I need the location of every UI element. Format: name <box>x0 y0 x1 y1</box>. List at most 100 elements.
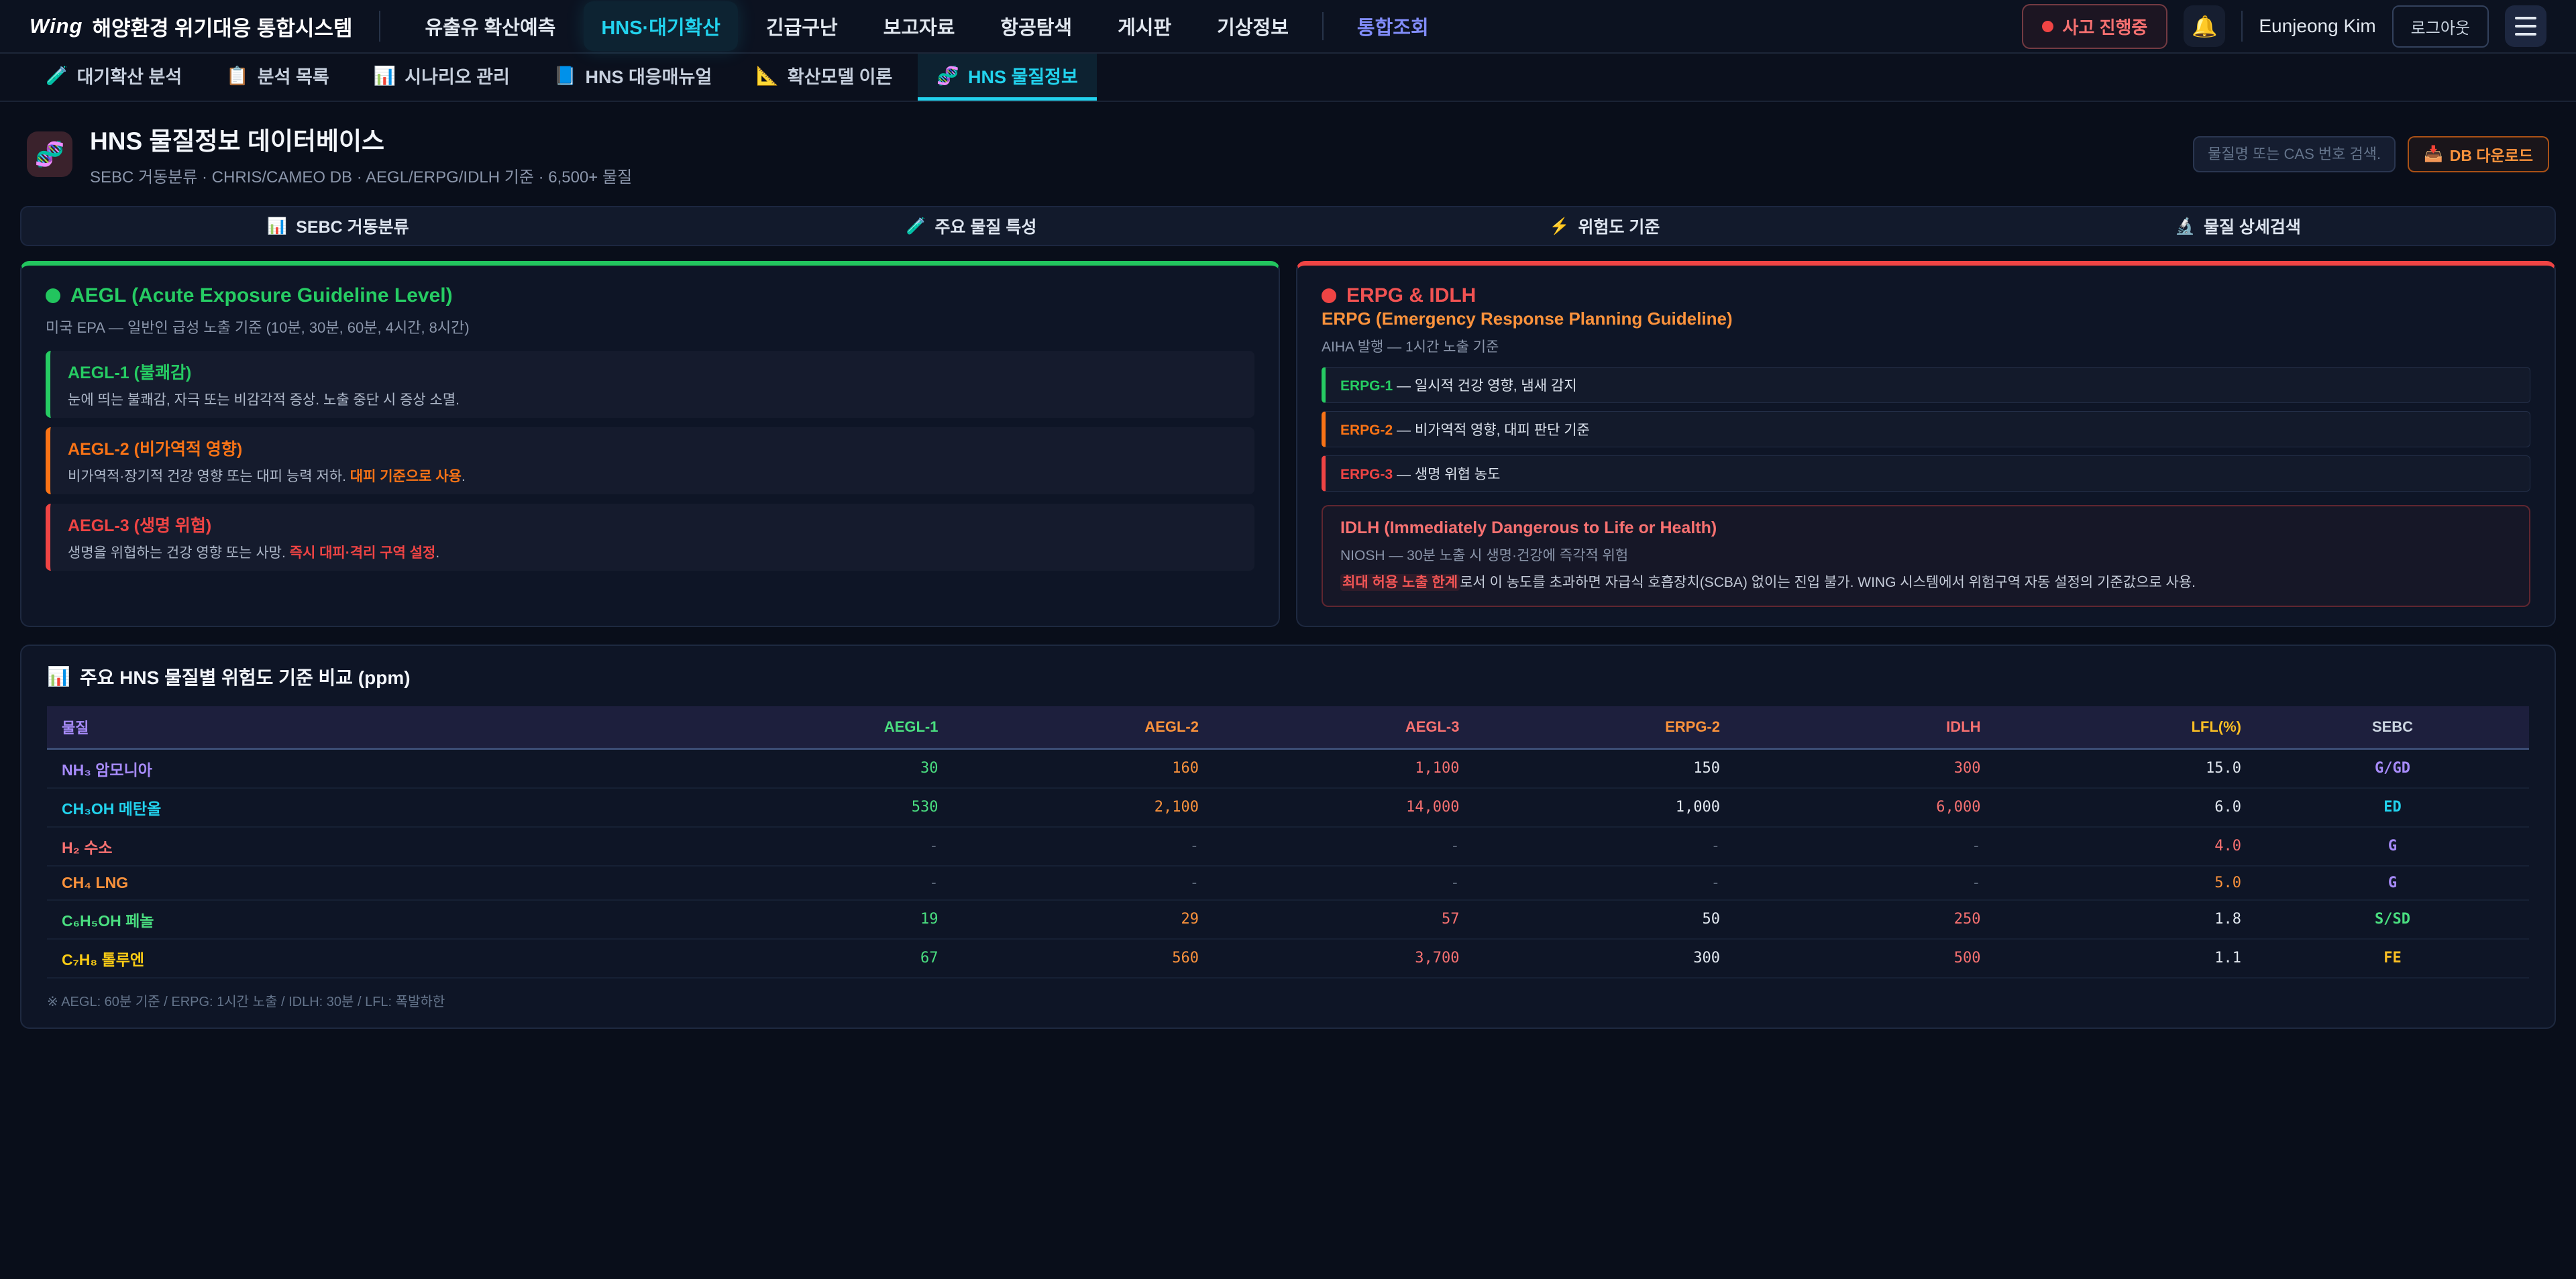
nav-item-보고자료[interactable]: 보고자료 <box>866 1 973 51</box>
nav-item-유출유 확산예측[interactable]: 유출유 확산예측 <box>407 1 573 51</box>
subtab-시나리오 관리[interactable]: 📊시나리오 관리 <box>355 54 529 101</box>
page-header: 🧬 HNS 물질정보 데이터베이스 SEBC 거동분류 · CHRIS/CAME… <box>0 102 2576 201</box>
erpg-panel-title: ERPG & IDLH <box>1322 284 2530 307</box>
value-cell-erpg2: 50 <box>1474 900 1735 939</box>
substance-search-input[interactable] <box>2193 136 2396 172</box>
subtab-분석 목록[interactable]: 📋 분석 목록 <box>207 54 348 101</box>
column-header-AEGL-1: AEGL-1 <box>692 706 953 749</box>
hamburger-menu-button[interactable] <box>2505 5 2546 47</box>
value-cell-idlh: - <box>1735 827 1996 866</box>
table-body: NH₃ 암모니아301601,10015030015.0G/GDCH₃OH 메탄… <box>47 748 2529 978</box>
value-cell-idlh: 300 <box>1735 748 1996 788</box>
value-cell-aegl3: 14,000 <box>1214 788 1474 827</box>
erpg-item-label: ERPG-1 <box>1340 378 1393 394</box>
subtab-label: 대기확산 분석 <box>77 62 182 89</box>
column-header-물질: 물질 <box>47 706 692 749</box>
logout-button[interactable]: 로그아웃 <box>2392 5 2489 48</box>
column-header-ERPG-2: ERPG-2 <box>1474 706 1735 749</box>
nav-item-기상정보[interactable]: 기상정보 <box>1199 1 1306 51</box>
module-subtabs: 🧪 대기확산 분석 📋 분석 목록 📊시나리오 관리📘HNS 대응매뉴얼📐확산모델 이론… <box>0 54 2576 102</box>
subtab-HNS 물질정보[interactable]: 🧬HNS 물질정보 <box>918 54 1097 101</box>
bar-chart-icon: 📊 <box>374 65 396 87</box>
page-header-actions: 📥 DB 다운로드 <box>2193 136 2549 172</box>
subtab-HNS 대응매뉴얼[interactable]: 📘HNS 대응매뉴얼 <box>535 54 731 101</box>
app-brand-title: 해양환경 위기대응 통합시스템 <box>92 11 352 42</box>
notifications-button[interactable]: 🔔 <box>2184 5 2225 47</box>
subtab-확산모델 이론[interactable]: 📐확산모델 이론 <box>737 54 911 101</box>
value-cell-aegl1: - <box>692 827 953 866</box>
substance-cell: C₆H₅OH 페놀 <box>47 900 692 939</box>
bar-chart-icon: 📊 <box>47 665 70 687</box>
aegl-item-description: 생명을 위협하는 건강 영향 또는 사망. 즉시 대피·격리 구역 설정. <box>68 542 1237 562</box>
divider <box>1322 12 1324 40</box>
db-download-button[interactable]: 📥 DB 다운로드 <box>2408 136 2549 172</box>
value-cell-lfl: 6.0 <box>1996 788 2257 827</box>
nav-item-게시판[interactable]: 게시판 <box>1100 1 1189 51</box>
hns-risk-table: 물질AEGL-1AEGL-2AEGL-3ERPG-2IDLHLFL(%)SEBC… <box>47 706 2529 979</box>
value-cell-aegl2: 160 <box>953 748 1214 788</box>
hns-comparison-card: 📊 주요 HNS 물질별 위험도 기준 비교 (ppm) 물질AEGL-1AEG… <box>20 645 2556 1029</box>
app-logo: Wing 해양환경 위기대응 통합시스템 <box>30 11 352 42</box>
sebc-cell: G/GD <box>2256 748 2529 788</box>
value-cell-aegl3: - <box>1214 866 1474 900</box>
value-cell-idlh: 500 <box>1735 939 1996 978</box>
value-cell-aegl2: 2,100 <box>953 788 1214 827</box>
sebc-cell: FE <box>2256 939 2529 978</box>
nav-item-통합조회[interactable]: 통합조회 <box>1340 1 1446 51</box>
divider <box>379 11 380 42</box>
download-icon: 📥 <box>2424 145 2443 163</box>
value-cell-aegl2: - <box>953 827 1214 866</box>
value-cell-idlh: 250 <box>1735 900 1996 939</box>
table-footnote: ※ AEGL: 60분 기준 / ERPG: 1시간 노출 / IDLH: 30… <box>47 991 2529 1010</box>
value-cell-aegl1: 67 <box>692 939 953 978</box>
section-tab-SEBC 거동분류[interactable]: 📊SEBC 거동분류 <box>21 207 655 245</box>
lightning-icon: ⚡ <box>1550 217 1570 236</box>
value-cell-lfl: 15.0 <box>1996 748 2257 788</box>
erpg-level-list: ERPG-1 — 일시적 건강 영향, 냄새 감지ERPG-2 — 비가역적 영… <box>1322 367 2530 492</box>
idlh-description-highlight: 최대 허용 노출 한계 <box>1340 574 1460 591</box>
subtab-label: 분석 목록 <box>258 62 329 89</box>
section-tab-label: 물질 상세검색 <box>2204 214 2301 238</box>
column-header-AEGL-2: AEGL-2 <box>953 706 1214 749</box>
idlh-box: IDLH (Immediately Dangerous to Life or H… <box>1322 505 2530 607</box>
section-tab-위험도 기준[interactable]: ⚡ 위험도 기준 <box>1288 207 1921 245</box>
page-header-text: HNS 물질정보 데이터베이스 SEBC 거동분류 · CHRIS/CAMEO … <box>90 121 632 187</box>
clipboard-icon: 📋 <box>226 65 249 87</box>
book-icon: 📘 <box>554 65 577 87</box>
idlh-description: 최대 허용 노출 한계로서 이 농도를 초과하면 자급식 호흡장치(SCBA) … <box>1340 572 2512 594</box>
value-cell-aegl3: 1,100 <box>1214 748 1474 788</box>
incident-status-badge: 사고 진행중 <box>2022 4 2168 49</box>
value-cell-lfl: 1.1 <box>1996 939 2257 978</box>
erpg-subtitle: AIHA 발행 — 1시간 노출 기준 <box>1322 336 2530 356</box>
main-nav: 유출유 확산예측HNS·대기확산긴급구난보고자료항공탐색게시판기상정보 통합조회 <box>407 1 1446 51</box>
subtab-대기확산 분석[interactable]: 🧪 대기확산 분석 <box>27 54 201 101</box>
microscope-icon: 🔬 <box>2175 217 2195 236</box>
table-row: C₆H₅OH 페놀192957502501.8S/SD <box>47 900 2529 939</box>
erpg-item-label: ERPG-2 <box>1340 423 1393 438</box>
substance-cell: NH₃ 암모니아 <box>47 748 692 788</box>
page-title: HNS 물질정보 데이터베이스 <box>90 121 632 157</box>
subtab-label: 확산모델 이론 <box>788 62 893 89</box>
nav-item-항공탐색[interactable]: 항공탐색 <box>983 1 1089 51</box>
nav-item-긴급구난[interactable]: 긴급구난 <box>749 1 855 51</box>
section-tab-물질 상세검색[interactable]: 🔬 물질 상세검색 <box>1921 207 2555 245</box>
nav-item-HNS·대기확산[interactable]: HNS·대기확산 <box>584 1 738 51</box>
table-row: CH₄ LNG-----5.0G <box>47 866 2529 900</box>
value-cell-aegl1: 530 <box>692 788 953 827</box>
value-cell-aegl1: - <box>692 866 953 900</box>
criteria-panels: AEGL (Acute Exposure Guideline Level) 미국… <box>20 261 2556 627</box>
section-tab-label: 주요 물질 특성 <box>934 214 1036 238</box>
value-cell-idlh: 6,000 <box>1735 788 1996 827</box>
sebc-cell: G <box>2256 827 2529 866</box>
value-cell-erpg2: 1,000 <box>1474 788 1735 827</box>
section-tab-label: 위험도 기준 <box>1578 214 1660 238</box>
top-navbar: Wing 해양환경 위기대응 통합시스템 유출유 확산예측HNS·대기확산긴급구… <box>0 0 2576 54</box>
sebc-cell: G <box>2256 866 2529 900</box>
value-cell-lfl: 5.0 <box>1996 866 2257 900</box>
idlh-subtitle: NIOSH — 30분 노출 시 생명·건강에 즉각적 위험 <box>1340 545 2512 565</box>
test-tube-icon: 🧪 <box>46 65 68 87</box>
green-dot-icon <box>46 288 60 303</box>
section-tab-주요 물질 특성[interactable]: 🧪주요 물질 특성 <box>655 207 1288 245</box>
aegl-item-title: AEGL-2 (비가역적 영향) <box>68 436 1237 460</box>
table-header-row: 물질AEGL-1AEGL-2AEGL-3ERPG-2IDLHLFL(%)SEBC <box>47 706 2529 749</box>
